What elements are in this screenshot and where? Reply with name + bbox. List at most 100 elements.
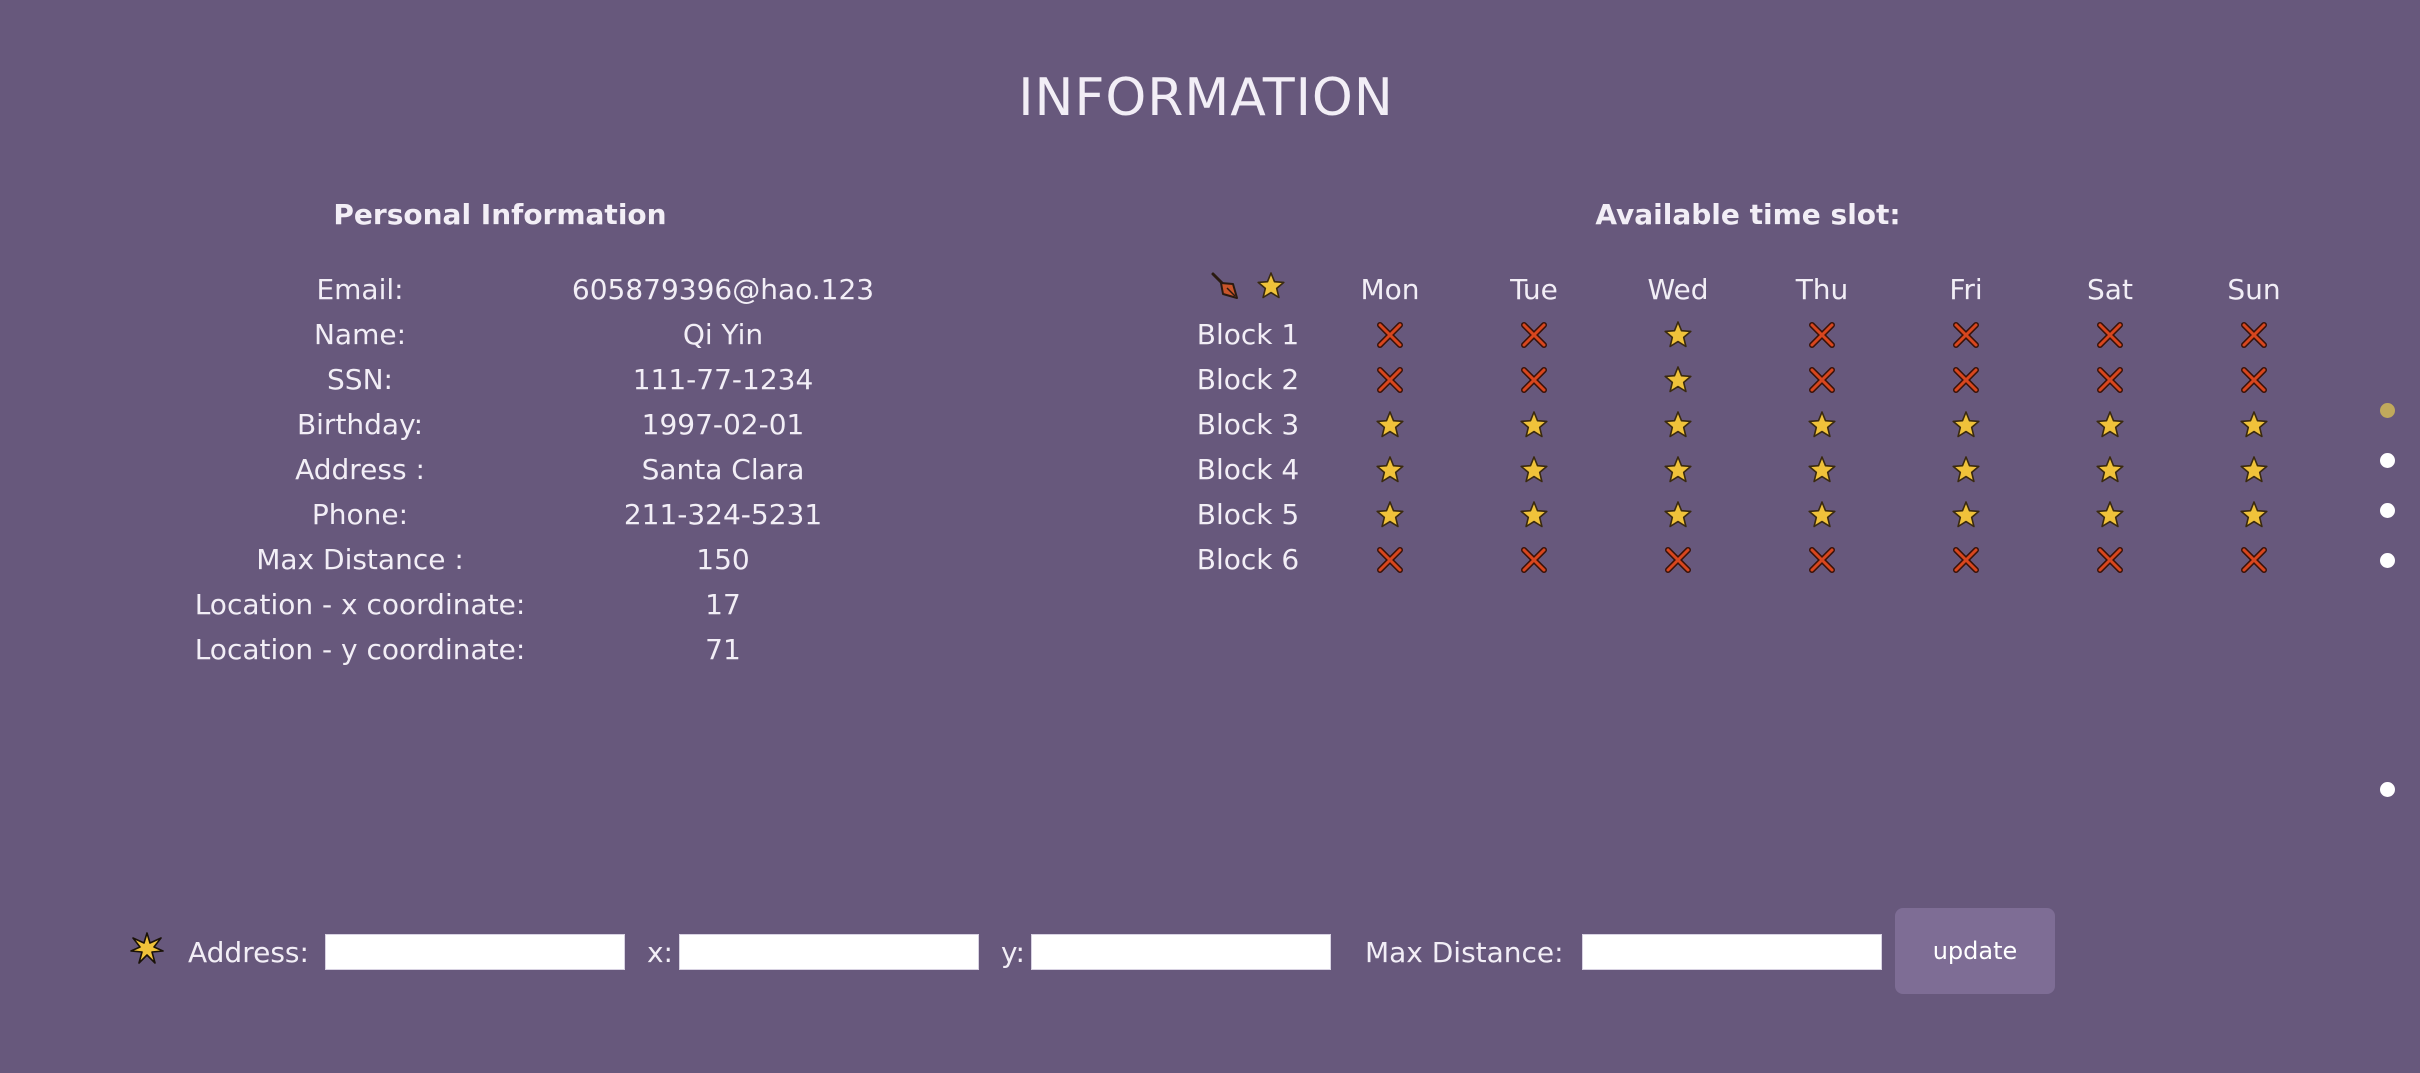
cross-icon[interactable] <box>1894 357 2038 402</box>
cross-icon[interactable] <box>1894 312 2038 357</box>
cross-icon[interactable] <box>1750 357 1894 402</box>
field-label: SSN: <box>327 363 393 396</box>
nav-dot[interactable] <box>2380 553 2395 568</box>
field-value: 605879396@hao.123 <box>571 273 875 306</box>
star-icon[interactable] <box>2182 402 2326 447</box>
time-slot-title: Available time slot: <box>1595 198 1901 231</box>
field-value: 1997-02-01 <box>641 408 805 441</box>
field-value: 17 <box>705 588 741 621</box>
star-icon[interactable] <box>1750 402 1894 447</box>
field-label: Name: <box>313 318 407 351</box>
nav-dot[interactable] <box>2380 503 2395 518</box>
cross-icon[interactable] <box>2038 537 2182 582</box>
max-distance-input[interactable] <box>1581 934 1882 970</box>
nav-dot[interactable] <box>2380 453 2395 468</box>
cross-icon[interactable] <box>1318 357 1462 402</box>
brush-icon[interactable] <box>1210 271 1240 308</box>
time-slot-header-row: Mon Tue Wed Thu Fri Sat Sun <box>1178 267 2326 312</box>
block-label: Block 1 <box>1196 318 1300 351</box>
star-icon[interactable] <box>2038 447 2182 492</box>
field-value: Qi Yin <box>682 318 764 351</box>
cross-icon[interactable] <box>1750 537 1894 582</box>
day-header: Fri <box>1949 273 1983 306</box>
info-row-location-x: Location - x coordinate: 17 <box>180 582 906 627</box>
day-header: Thu <box>1795 273 1849 306</box>
star-icon[interactable] <box>2182 492 2326 537</box>
field-value: 211-324-5231 <box>623 498 823 531</box>
block-label: Block 2 <box>1196 363 1300 396</box>
x-input[interactable] <box>678 934 979 970</box>
day-header: Tue <box>1510 273 1558 306</box>
max-distance-label: Max Distance: <box>1364 935 1564 969</box>
star-icon[interactable] <box>1606 357 1750 402</box>
star-icon[interactable] <box>1894 447 2038 492</box>
info-row-phone: Phone: 211-324-5231 <box>180 492 906 537</box>
cross-icon[interactable] <box>1894 537 2038 582</box>
day-header: Sat <box>2087 273 2133 306</box>
cross-icon[interactable] <box>2182 537 2326 582</box>
nav-dot[interactable] <box>2380 782 2395 797</box>
star-icon[interactable] <box>1606 312 1750 357</box>
nav-dot[interactable] <box>2380 403 2395 418</box>
star-icon[interactable] <box>1318 447 1462 492</box>
star-icon[interactable] <box>1256 271 1286 308</box>
star-icon[interactable] <box>1606 402 1750 447</box>
field-label: Location - x coordinate: <box>194 588 526 621</box>
sparkle-star-icon <box>130 931 164 973</box>
star-icon[interactable] <box>1462 447 1606 492</box>
field-label: Birthday: <box>296 408 424 441</box>
block-label: Block 6 <box>1196 543 1300 576</box>
block-label: Block 5 <box>1196 498 1300 531</box>
block-label: Block 4 <box>1196 453 1300 486</box>
day-header: Wed <box>1647 273 1709 306</box>
info-row-address: Address : Santa Clara <box>180 447 906 492</box>
star-icon[interactable] <box>1750 492 1894 537</box>
info-row-location-y: Location - y coordinate: 71 <box>180 627 906 672</box>
address-input[interactable] <box>324 934 625 970</box>
info-row-ssn: SSN: 111-77-1234 <box>180 357 906 402</box>
star-icon[interactable] <box>1462 402 1606 447</box>
field-label: Max Distance : <box>256 543 464 576</box>
y-input[interactable] <box>1030 934 1331 970</box>
field-value: 111-77-1234 <box>632 363 814 396</box>
star-icon[interactable] <box>1606 492 1750 537</box>
info-row-email: Email: 605879396@hao.123 <box>180 267 906 312</box>
star-icon[interactable] <box>2038 402 2182 447</box>
field-value: Santa Clara <box>641 453 805 486</box>
field-label: Address : <box>295 453 425 486</box>
block-row: Block 3 <box>1178 402 2326 447</box>
cross-icon[interactable] <box>1606 537 1750 582</box>
time-slot-body: Block 1 Block 2 Block 3 Block 4 Block 5 Block… <box>1178 312 2326 582</box>
block-label: Block 3 <box>1196 408 1300 441</box>
star-icon[interactable] <box>1750 447 1894 492</box>
block-row: Block 2 <box>1178 357 2326 402</box>
update-form: Address: x: y: Max Distance: <box>130 930 1882 974</box>
star-icon[interactable] <box>1318 402 1462 447</box>
cross-icon[interactable] <box>2182 312 2326 357</box>
header-icons-cell <box>1178 267 1318 312</box>
cross-icon[interactable] <box>2182 357 2326 402</box>
block-row: Block 1 <box>1178 312 2326 357</box>
cross-icon[interactable] <box>1462 312 1606 357</box>
cross-icon[interactable] <box>2038 357 2182 402</box>
star-icon[interactable] <box>2038 492 2182 537</box>
info-row-name: Name: Qi Yin <box>180 312 906 357</box>
cross-icon[interactable] <box>1318 312 1462 357</box>
star-icon[interactable] <box>1462 492 1606 537</box>
cross-icon[interactable] <box>2038 312 2182 357</box>
block-row: Block 5 <box>1178 492 2326 537</box>
star-icon[interactable] <box>1894 492 2038 537</box>
cross-icon[interactable] <box>1462 537 1606 582</box>
cross-icon[interactable] <box>1462 357 1606 402</box>
star-icon[interactable] <box>1606 447 1750 492</box>
personal-info-title: Personal Information <box>333 198 667 231</box>
field-label: Email: <box>316 273 404 306</box>
star-icon[interactable] <box>2182 447 2326 492</box>
day-header: Sun <box>2227 273 2281 306</box>
cross-icon[interactable] <box>1318 537 1462 582</box>
star-icon[interactable] <box>1318 492 1462 537</box>
star-icon[interactable] <box>1894 402 2038 447</box>
field-label: Phone: <box>311 498 409 531</box>
cross-icon[interactable] <box>1750 312 1894 357</box>
update-button[interactable]: update <box>1895 908 2055 994</box>
